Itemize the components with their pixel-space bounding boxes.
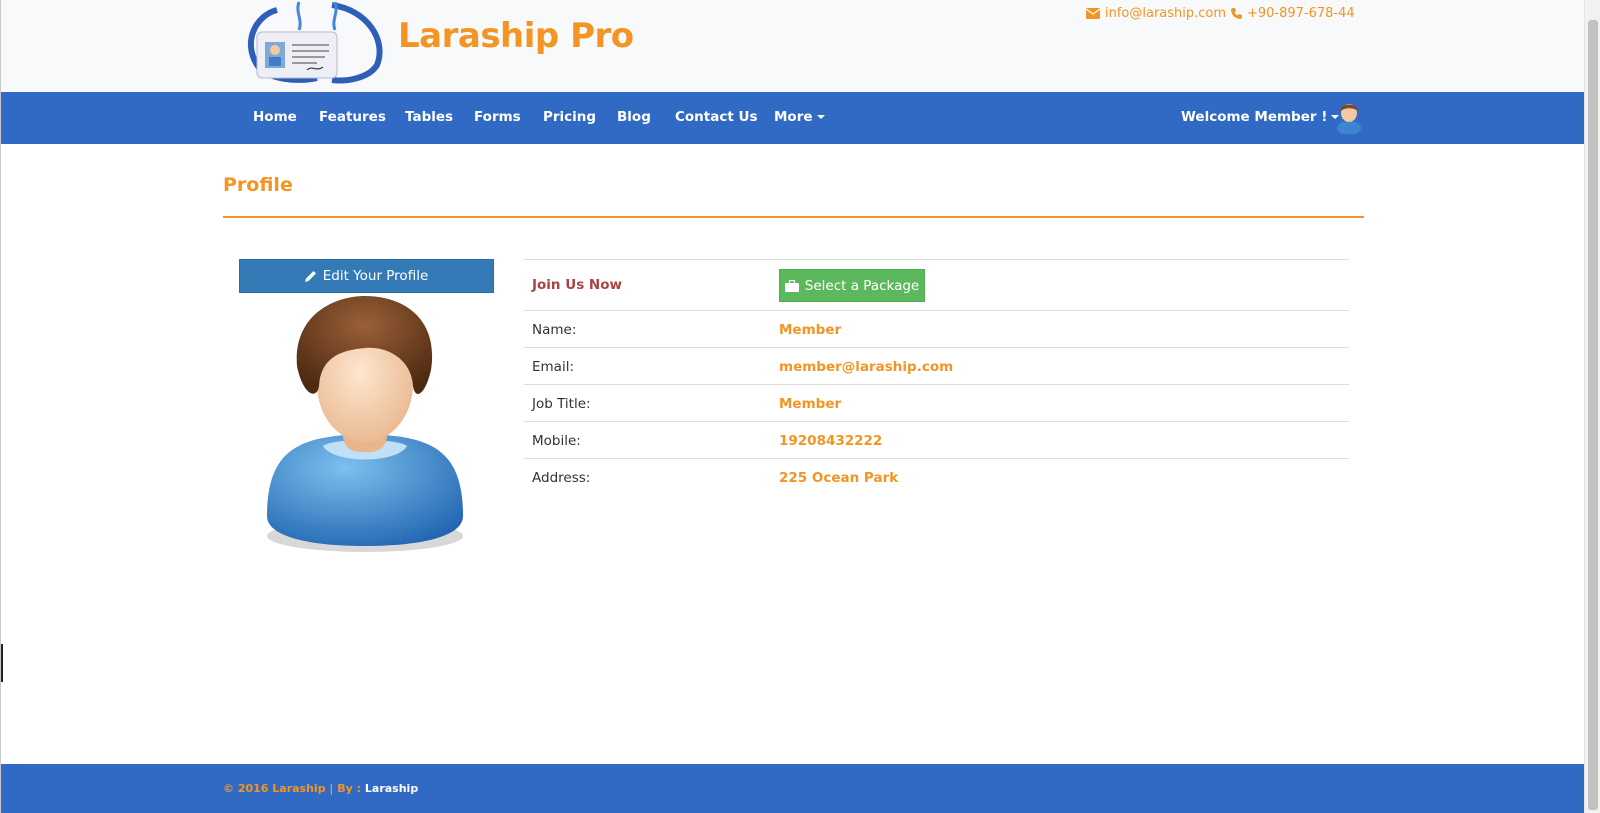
field-label: Mobile: [532,433,581,449]
footer-author-link[interactable]: Laraship [365,782,418,795]
nav-forms[interactable]: Forms [474,109,521,125]
nav-tables[interactable]: Tables [405,109,453,125]
site-header: Laraship Pro info@laraship.com +90-897-6… [1,0,1584,92]
title-divider [223,216,1364,218]
site-footer: © 2016 Laraship | By : Laraship [1,764,1584,813]
user-avatar-icon[interactable] [1335,100,1363,134]
nav-more-dropdown[interactable]: More [774,109,825,125]
field-value: 225 Ocean Park [779,470,899,486]
profile-details-table: Join Us Now Select a Package Name: Membe… [524,259,1349,495]
select-package-button[interactable]: Select a Package [779,269,925,302]
caret-down-icon [816,115,825,119]
field-label: Name: [532,322,577,338]
select-package-label: Select a Package [804,277,920,294]
join-row: Join Us Now Select a Package [524,259,1349,310]
profile-avatar-image [267,296,463,552]
field-value: Member [779,322,842,338]
nav-contact-us[interactable]: Contact Us [675,109,758,125]
field-label: Email: [532,359,575,375]
field-value: Member [779,396,842,412]
contact-email[interactable]: info@laraship.com [1086,6,1226,21]
field-label: Address: [532,470,591,486]
pencil-icon [304,271,316,282]
copyright-text: © 2016 Laraship | By : [223,782,362,795]
scrollbar-thumb[interactable] [1588,20,1598,810]
edit-profile-button[interactable]: Edit Your Profile [239,259,494,293]
page: Laraship Pro info@laraship.com +90-897-6… [0,0,1584,813]
table-row: Address: 225 Ocean Park [524,458,1349,495]
phone-icon [1231,8,1242,19]
table-row: Job Title: Member [524,384,1349,421]
field-value: member@laraship.com [779,359,954,375]
contact-phone-text: +90-897-678-44 [1247,6,1355,21]
user-menu-dropdown[interactable]: Welcome Member ! [1181,109,1340,125]
footer-text: © 2016 Laraship | By : Laraship [223,782,418,795]
envelope-icon [1086,8,1100,19]
table-row: Email: member@laraship.com [524,347,1349,384]
edit-profile-label: Edit Your Profile [322,268,429,284]
briefcase-icon [784,279,799,292]
field-label: Job Title: [532,396,591,412]
edge-marker [1,644,3,682]
site-brand[interactable]: Laraship Pro [398,16,634,56]
join-label: Join Us Now [532,277,622,293]
contact-email-text: info@laraship.com [1105,6,1227,21]
nav-features[interactable]: Features [319,109,386,125]
id-card-logo-icon[interactable] [237,0,389,84]
welcome-label: Welcome Member ! [1181,109,1328,125]
field-value: 19208432222 [779,433,883,449]
nav-home[interactable]: Home [253,109,297,125]
nav-pricing[interactable]: Pricing [543,109,596,125]
table-row: Mobile: 19208432222 [524,421,1349,458]
vertical-scrollbar[interactable] [1584,0,1600,813]
table-row: Name: Member [524,310,1349,347]
nav-more-label: More [774,109,813,125]
contact-phone[interactable]: +90-897-678-44 [1231,6,1355,21]
page-title: Profile [223,174,293,196]
nav-blog[interactable]: Blog [617,109,651,125]
